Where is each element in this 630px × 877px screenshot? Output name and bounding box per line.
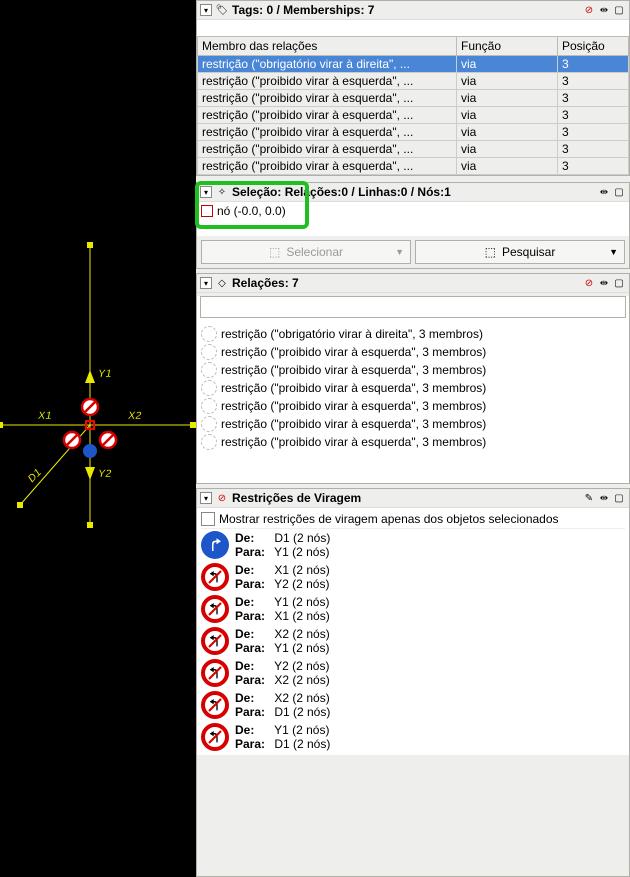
edit-icon[interactable]: ✎ — [582, 491, 596, 505]
selection-item[interactable]: nó (-0.0, 0.0) — [197, 202, 629, 220]
no-left-turn-icon — [201, 659, 229, 687]
tag-icon: 🏷 — [215, 3, 229, 17]
selection-panel: ▾ ✧ Seleção: Relações:0 / Linhas:0 / Nós… — [196, 182, 630, 269]
map-label-x1: X1 — [37, 410, 51, 422]
collapse-toggle[interactable]: ▾ — [200, 4, 212, 16]
no-left-turn-icon — [201, 627, 229, 655]
relation-icon — [201, 344, 217, 360]
search-icon: ⬚ — [485, 245, 496, 259]
no-left-turn-icon — [201, 563, 229, 591]
pin-icon[interactable]: ⇹ — [597, 276, 611, 290]
relation-icon — [201, 416, 217, 432]
close-icon[interactable]: ▢ — [612, 3, 626, 17]
only-selected-checkbox[interactable] — [201, 512, 215, 526]
table-row[interactable]: restrição ("proibido virar à esquerda", … — [198, 107, 629, 124]
node-icon — [201, 205, 213, 217]
collapse-toggle[interactable]: ▾ — [200, 492, 212, 504]
tags-panel: ▾ 🏷 Tags: 0 / Memberships: 7 ⊘ ⇹ ▢ Membr… — [196, 0, 630, 176]
delete-icon[interactable]: ⊘ — [582, 3, 596, 17]
table-row[interactable]: restrição ("proibido virar à esquerda", … — [198, 141, 629, 158]
selection-title: Seleção: Relações:0 / Linhas:0 / Nós:1 — [232, 185, 451, 199]
relation-item[interactable]: restrição ("proibido virar à esquerda", … — [199, 433, 627, 451]
relations-title: Relações: 7 — [232, 276, 299, 290]
turn-restriction-row[interactable]: De: X1 (2 nós)Para: Y2 (2 nós) — [201, 561, 625, 593]
map-label-d1: D1 — [26, 467, 44, 485]
relation-item[interactable]: restrição ("obrigatório virar à direita"… — [199, 325, 627, 343]
col-role[interactable]: Função — [457, 37, 558, 56]
table-row[interactable]: restrição ("obrigatório virar à direita"… — [198, 56, 629, 73]
select-icon: ⬚ — [269, 245, 280, 259]
search-label: Pesquisar — [502, 245, 555, 259]
table-row[interactable]: restrição ("proibido virar à esquerda", … — [198, 124, 629, 141]
chevron-down-icon[interactable]: ▼ — [395, 247, 404, 257]
relations-panel: ▾ ◇ Relações: 7 ⊘ ⇹ ▢ restrição ("obriga… — [196, 273, 630, 484]
selection-node-label: nó (-0.0, 0.0) — [217, 204, 286, 218]
relation-icon — [201, 362, 217, 378]
turn-icon: ⊘ — [215, 491, 229, 505]
table-row[interactable]: restrição ("proibido virar à esquerda", … — [198, 73, 629, 90]
select-label: Selecionar — [286, 245, 343, 259]
close-icon[interactable]: ▢ — [612, 276, 626, 290]
relation-item[interactable]: restrição ("proibido virar à esquerda", … — [199, 361, 627, 379]
memberships-table[interactable]: Membro das relações Função Posição restr… — [197, 36, 629, 175]
relation-item[interactable]: restrição ("proibido virar à esquerda", … — [199, 379, 627, 397]
collapse-toggle[interactable]: ▾ — [200, 277, 212, 289]
no-left-turn-icon — [201, 595, 229, 623]
tags-title: Tags: 0 / Memberships: 7 — [232, 3, 374, 17]
close-icon[interactable]: ▢ — [612, 185, 626, 199]
relation-icon — [201, 434, 217, 450]
col-pos[interactable]: Posição — [558, 37, 629, 56]
map-label-y1: Y1 — [98, 368, 111, 380]
turn-restriction-row[interactable]: De: X2 (2 nós)Para: Y1 (2 nós) — [201, 625, 625, 657]
col-member[interactable]: Membro das relações — [198, 37, 457, 56]
relation-item[interactable]: restrição ("proibido virar à esquerda", … — [199, 397, 627, 415]
turn-title: Restrições de Viragem — [232, 491, 361, 505]
only-selected-label: Mostrar restrições de viragem apenas dos… — [219, 512, 559, 526]
pin-icon[interactable]: ⇹ — [597, 3, 611, 17]
turn-restriction-row[interactable]: De: D1 (2 nós)Para: Y1 (2 nós) — [201, 529, 625, 561]
relation-item[interactable]: restrição ("proibido virar à esquerda", … — [199, 415, 627, 433]
map-canvas[interactable]: X1 X2 Y1 Y2 D1 — [0, 0, 196, 877]
turn-restriction-row[interactable]: De: Y2 (2 nós)Para: X2 (2 nós) — [201, 657, 625, 689]
table-row[interactable]: restrição ("proibido virar à esquerda", … — [198, 158, 629, 175]
no-left-turn-icon — [201, 691, 229, 719]
no-left-turn-icon — [201, 723, 229, 751]
relation-item[interactable]: restrição ("proibido virar à esquerda", … — [199, 343, 627, 361]
turn-restriction-row[interactable]: De: X2 (2 nós)Para: D1 (2 nós) — [201, 689, 625, 721]
chevron-down-icon[interactable]: ▼ — [609, 247, 618, 257]
relation-icon — [201, 398, 217, 414]
relations-filter-input[interactable] — [200, 296, 626, 318]
turn-restrictions-panel: ▾ ⊘ Restrições de Viragem ✎ ⇹ ▢ Mostrar … — [196, 488, 630, 877]
turn-restriction-row[interactable]: De: Y1 (2 nós)Para: X1 (2 nós) — [201, 593, 625, 625]
selection-icon: ✧ — [215, 185, 229, 199]
relations-icon: ◇ — [215, 276, 229, 290]
pin-icon[interactable]: ⇹ — [597, 185, 611, 199]
select-button[interactable]: ⬚ Selecionar ▼ — [201, 240, 411, 264]
relation-icon — [201, 326, 217, 342]
collapse-toggle[interactable]: ▾ — [200, 186, 212, 198]
map-label-y2: Y2 — [98, 468, 111, 480]
close-icon[interactable]: ▢ — [612, 491, 626, 505]
pin-icon[interactable]: ⇹ — [597, 491, 611, 505]
search-button[interactable]: ⬚ Pesquisar ▼ — [415, 240, 625, 264]
delete-icon[interactable]: ⊘ — [582, 276, 596, 290]
turn-restriction-row[interactable]: De: Y1 (2 nós)Para: D1 (2 nós) — [201, 721, 625, 753]
relation-icon — [201, 380, 217, 396]
only-right-turn-icon — [201, 531, 229, 559]
table-row[interactable]: restrição ("proibido virar à esquerda", … — [198, 90, 629, 107]
map-label-x2: X2 — [127, 410, 141, 422]
